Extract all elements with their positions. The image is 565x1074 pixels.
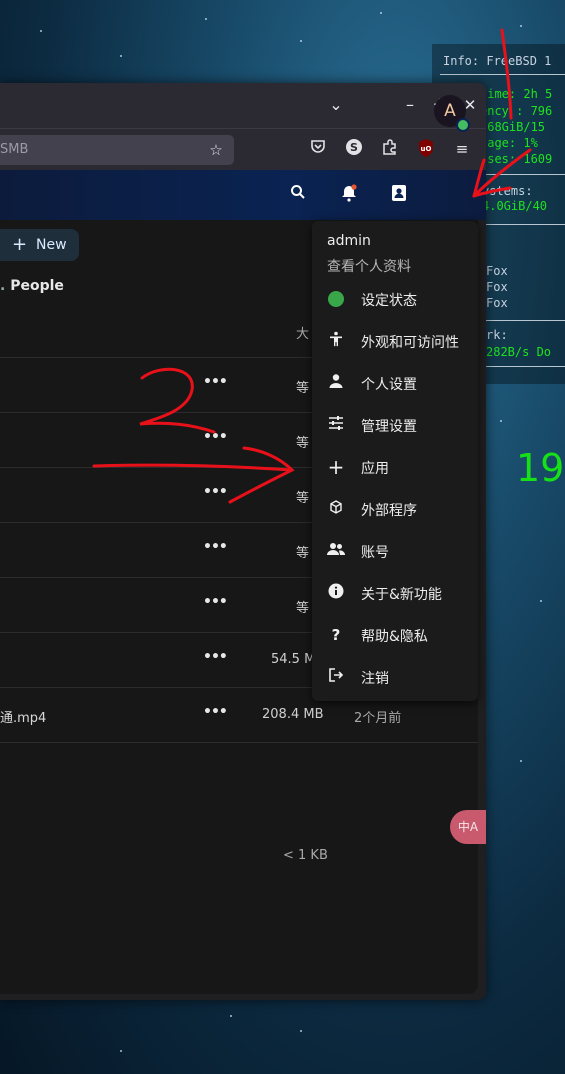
row-actions-icon[interactable]: ••• [203,484,228,500]
menu-item-apps[interactable]: + 应用 [312,447,478,489]
person-icon [326,373,346,393]
conky-procs: sses: 1609 [480,152,553,166]
search-icon[interactable] [287,184,309,206]
menu-item-admin-settings[interactable]: 管理设置 [312,405,478,447]
conky-uptime: time: 2h 5 [480,87,553,101]
nextcloud-header [0,170,486,220]
row-actions-icon[interactable]: ••• [203,539,228,555]
online-status-icon [456,118,470,132]
tab-list-chevron-icon[interactable]: ⌄ [324,93,348,117]
cube-icon [326,499,346,519]
notifications-bell-icon[interactable] [338,184,360,206]
bookmark-star-icon[interactable]: ☆ [205,139,227,161]
row-actions-icon[interactable]: ••• [203,704,228,720]
new-button[interactable]: + New [0,229,79,261]
pocket-icon[interactable] [307,138,329,160]
plus-icon: + [327,455,345,479]
sync-account-icon[interactable]: S [343,138,365,160]
conky-info: Info: FreeBSD 1 [443,54,552,68]
info-icon [326,583,346,603]
conky-usage: sage: 1% [480,136,538,150]
user-menu: admin 查看个人资料 设定状态 外观和可访问性 个人设置 管理设置 + 应用… [312,221,478,701]
sliders-icon [326,415,346,435]
nav-toolbar: SMB ☆ S uO ≡ [0,128,486,171]
status-dot-icon [326,289,346,309]
menu-item-accounts[interactable]: 账号 [312,531,478,573]
menu-item-appearance[interactable]: 外观和可访问性 [312,321,478,363]
menu-item-logout[interactable]: 注销 [312,657,478,699]
conky-fs-label: ystems: [482,184,533,198]
minimize-button[interactable]: – [398,93,422,117]
extensions-icon[interactable] [379,138,401,160]
url-text: SMB [0,142,29,157]
svg-text:S: S [350,141,358,154]
file-name[interactable]: 通.mp4 [0,707,46,726]
ublock-icon[interactable]: uO [415,138,437,160]
menu-username: admin [327,233,371,249]
users-icon [326,541,346,561]
plus-icon: + [12,234,28,255]
row-actions-icon[interactable]: ••• [203,649,228,665]
conky-ram: .68GiB/15 [480,120,546,134]
file-modified: 2个月前 [354,711,402,726]
conky-proc-2: Fox [486,280,508,294]
menu-item-external-sites[interactable]: 外部程序 [312,489,478,531]
conky-fs-value: 4.0GiB/40 [482,199,548,213]
conky-freq: ency : 796 [480,104,553,118]
desktop-clock: 19: [516,446,565,490]
row-actions-icon[interactable]: ••• [203,374,228,390]
view-profile-link[interactable]: 查看个人资料 [327,256,411,276]
menu-item-personal-settings[interactable]: 个人设置 [312,363,478,405]
conky-proc-1: Fox [486,264,508,278]
question-icon: ? [331,626,341,644]
translate-button[interactable]: 中A [450,810,486,844]
people-breadcrumb[interactable]: . People [0,278,64,294]
row-actions-icon[interactable]: ••• [203,429,228,445]
url-bar[interactable]: SMB ☆ [0,135,234,165]
contacts-icon[interactable] [388,184,410,206]
conky-proc-3: Fox [486,296,508,310]
conky-net-value: 282B/s Do [486,345,552,359]
menu-item-about[interactable]: 关于&新功能 [312,573,478,615]
folder-total-size: < 1 KB [283,848,328,863]
accessibility-icon [326,331,346,351]
menu-item-help[interactable]: ? 帮助&隐私 [312,615,478,657]
title-bar: ⌄ – + ✕ [0,83,486,128]
column-header-size[interactable]: 大 [296,323,309,342]
logout-icon [326,667,346,687]
conky-net-label: rk: [486,328,508,342]
svg-text:uO: uO [421,145,432,153]
row-actions-icon[interactable]: ••• [203,594,228,610]
app-menu-icon[interactable]: ≡ [451,138,473,160]
menu-item-set-status[interactable]: 设定状态 [312,279,478,321]
